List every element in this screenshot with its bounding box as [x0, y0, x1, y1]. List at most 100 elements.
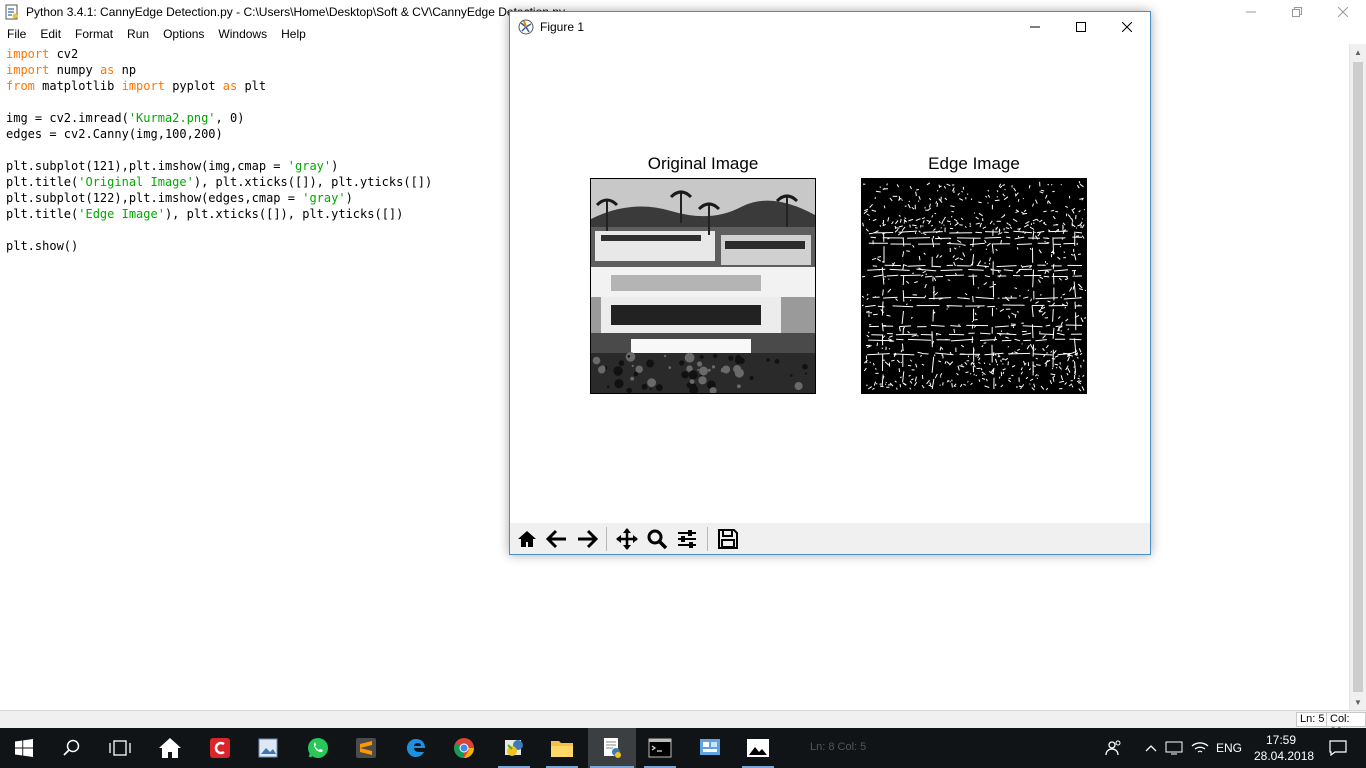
clock-date[interactable]: 28.04.2018 — [1254, 749, 1314, 763]
status-col: Col: 28 — [1326, 712, 1366, 738]
forward-button[interactable] — [573, 525, 601, 553]
menu-help[interactable]: Help — [274, 27, 313, 41]
navigation-toolbar — [510, 523, 1150, 554]
code-keyword: import — [6, 63, 50, 77]
forward-arrow-icon — [578, 529, 598, 549]
chrome-icon — [454, 738, 474, 759]
input-language[interactable]: ENG — [1216, 741, 1242, 755]
restore-icon — [1292, 7, 1302, 17]
network-button[interactable] — [1162, 728, 1186, 768]
code-text: matplotlib — [34, 79, 122, 93]
ccleaner-icon — [210, 738, 230, 758]
people-button[interactable] — [1094, 728, 1134, 768]
status-line: Ln: 5 — [1296, 712, 1329, 727]
folder-icon — [551, 741, 573, 757]
wifi-button[interactable] — [1188, 728, 1212, 768]
menu-options[interactable]: Options — [156, 27, 211, 41]
configure-subplots-button[interactable] — [673, 525, 701, 553]
windows-logo-icon — [15, 739, 33, 757]
code-text: ), plt.xticks([]), plt.yticks([]) — [193, 175, 433, 189]
subplot-title-edge: Edge Image — [928, 154, 1020, 173]
show-hidden-icons-button[interactable] — [1140, 728, 1162, 768]
code-string: 'Edge Image' — [78, 207, 165, 221]
configure-subplots-icon — [678, 530, 696, 548]
windows-taskbar: Ln: 8 Col: 5 ENG 17:59 28.04.2018 — [0, 728, 1366, 768]
figure-canvas[interactable]: Original Image Edge Image — [510, 42, 1150, 523]
menu-file[interactable]: File — [0, 27, 33, 41]
clock-time[interactable]: 17:59 — [1266, 733, 1296, 747]
idle-statusbar: Ln: 5 Col: 28 — [0, 710, 1366, 738]
code-keyword: as — [222, 79, 238, 93]
back-button[interactable] — [543, 525, 571, 553]
scroll-down-icon[interactable]: ▼ — [1350, 694, 1366, 710]
toolbar-separator — [707, 527, 708, 551]
edge-browser-icon — [406, 738, 425, 757]
code-text: plt.show() — [6, 239, 79, 253]
code-text: , 0) — [215, 111, 245, 125]
start-button[interactable] — [0, 728, 48, 768]
code-keyword: as — [99, 63, 115, 77]
figure-window: Figure 1 Original Image Edge Image — [509, 11, 1151, 555]
control-panel-icon — [700, 739, 720, 755]
taskbar-chrome[interactable] — [440, 728, 488, 768]
save-icon — [718, 529, 738, 549]
menu-format[interactable]: Format — [68, 27, 120, 41]
pan-button[interactable] — [613, 525, 641, 553]
taskbar-ccleaner[interactable] — [196, 728, 244, 768]
taskbar-edge[interactable] — [392, 728, 440, 768]
home-button[interactable] — [513, 525, 541, 553]
menu-run[interactable]: Run — [120, 27, 156, 41]
taskbar-idle-python[interactable] — [490, 728, 538, 768]
taskbar-whatsapp[interactable] — [294, 728, 342, 768]
python-file-icon — [5, 4, 18, 20]
code-text: numpy — [49, 63, 100, 77]
minimize-icon — [1246, 11, 1256, 13]
code-text: ) — [331, 159, 339, 173]
idle-restore-button[interactable] — [1274, 0, 1320, 24]
original-image — [590, 178, 816, 394]
close-icon — [1122, 22, 1132, 32]
save-button[interactable] — [714, 525, 742, 553]
python-document-icon — [604, 738, 621, 758]
editor-vertical-scrollbar[interactable]: ▲ ▼ — [1349, 44, 1366, 710]
menu-windows[interactable]: Windows — [211, 27, 274, 41]
maximize-icon — [1076, 22, 1086, 32]
taskbar-python-figure[interactable] — [588, 728, 636, 768]
scroll-up-icon[interactable]: ▲ — [1350, 44, 1366, 60]
home-icon — [518, 531, 536, 547]
code-keyword: import — [121, 79, 165, 93]
code-text: np — [114, 63, 137, 77]
matplotlib-icon — [518, 19, 534, 35]
photo-viewer-icon — [258, 738, 278, 758]
command-prompt-icon — [648, 738, 672, 758]
search-button[interactable] — [48, 728, 96, 768]
figure-minimize-button[interactable] — [1012, 12, 1058, 42]
close-icon — [1338, 7, 1348, 17]
taskbar-file-explorer[interactable] — [538, 728, 586, 768]
zoom-button[interactable] — [643, 525, 671, 553]
search-icon — [63, 739, 80, 756]
idle-minimize-button[interactable] — [1228, 0, 1274, 24]
code-keyword: import — [6, 47, 50, 61]
code-keyword: from — [6, 79, 35, 93]
taskbar-sublime-text[interactable] — [342, 728, 390, 768]
subplot-title-original: Original Image — [647, 154, 759, 173]
figure-close-button[interactable] — [1104, 12, 1150, 42]
taskbar-home-app[interactable] — [146, 728, 194, 768]
taskbar-photo-viewer[interactable] — [244, 728, 292, 768]
code-text: plt.title( — [6, 175, 79, 189]
desktop: Python 3.4.1: CannyEdge Detection.py - C… — [0, 0, 1366, 768]
code-text: plt.subplot(122),plt.imshow(edges,cmap = — [6, 191, 303, 205]
taskbar-figure-window[interactable] — [734, 728, 782, 768]
zoom-icon — [647, 529, 668, 550]
taskbar-control-panel[interactable] — [686, 728, 734, 768]
scrollbar-thumb[interactable] — [1353, 62, 1363, 692]
code-text: plt.title( — [6, 207, 79, 221]
action-center-button[interactable] — [1318, 728, 1358, 768]
menu-edit[interactable]: Edit — [33, 27, 68, 41]
idle-close-button[interactable] — [1320, 0, 1366, 24]
figure-titlebar[interactable]: Figure 1 — [510, 12, 1150, 42]
task-view-button[interactable] — [96, 728, 144, 768]
taskbar-command-prompt[interactable] — [636, 728, 684, 768]
figure-maximize-button[interactable] — [1058, 12, 1104, 42]
